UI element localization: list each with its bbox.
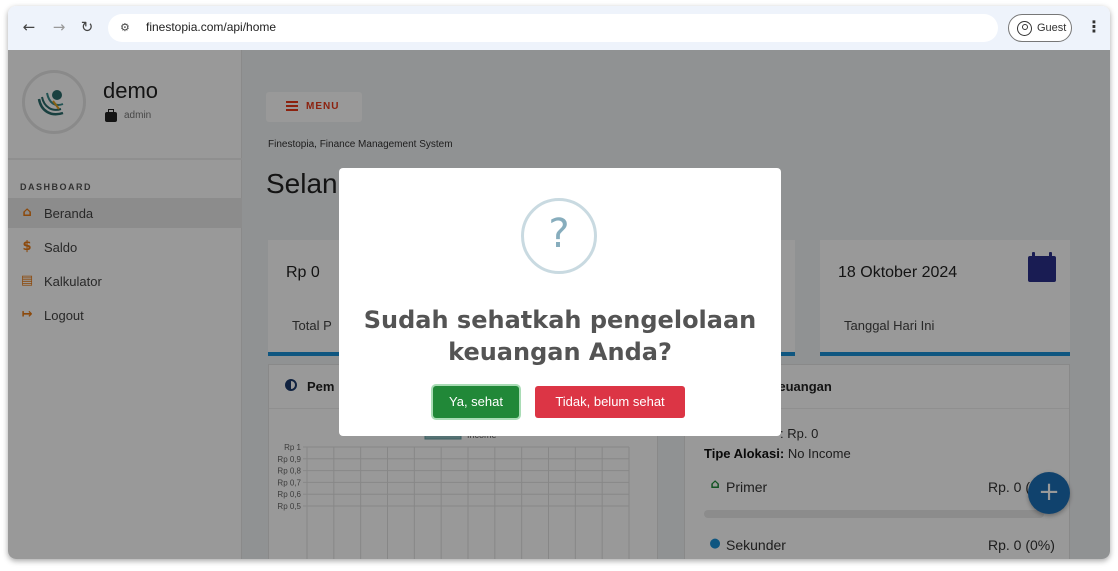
browser-toolbar: ← → ↻ ⚙ finestopia.com/api/home Guest ⋮	[8, 6, 1110, 50]
back-icon[interactable]: ←	[18, 16, 40, 38]
confirm-button[interactable]: Ya, sehat	[433, 386, 519, 418]
profile-icon	[1017, 21, 1032, 36]
cancel-button[interactable]: Tidak, belum sehat	[535, 386, 685, 418]
reload-icon[interactable]: ↻	[76, 16, 98, 38]
browser-window: ← → ↻ ⚙ finestopia.com/api/home Guest ⋮	[8, 6, 1110, 559]
page: demo admin DASHBOARD ⌂ Beranda $ Saldo ▤…	[8, 50, 1110, 559]
forward-icon[interactable]: →	[48, 16, 70, 38]
question-icon: ?	[521, 198, 597, 274]
browser-menu-icon[interactable]: ⋮	[1086, 16, 1102, 38]
address-bar[interactable]: ⚙ finestopia.com/api/home	[108, 14, 998, 42]
url-text: finestopia.com/api/home	[146, 20, 277, 34]
dialog-title: Sudah sehatkah pengelolaan keuangan Anda…	[363, 306, 757, 366]
profile-label: Guest	[1037, 22, 1067, 34]
confirm-dialog: ? Sudah sehatkah pengelolaan keuangan An…	[339, 168, 781, 436]
site-settings-icon[interactable]: ⚙	[120, 20, 136, 36]
profile-button[interactable]: Guest	[1008, 14, 1072, 42]
